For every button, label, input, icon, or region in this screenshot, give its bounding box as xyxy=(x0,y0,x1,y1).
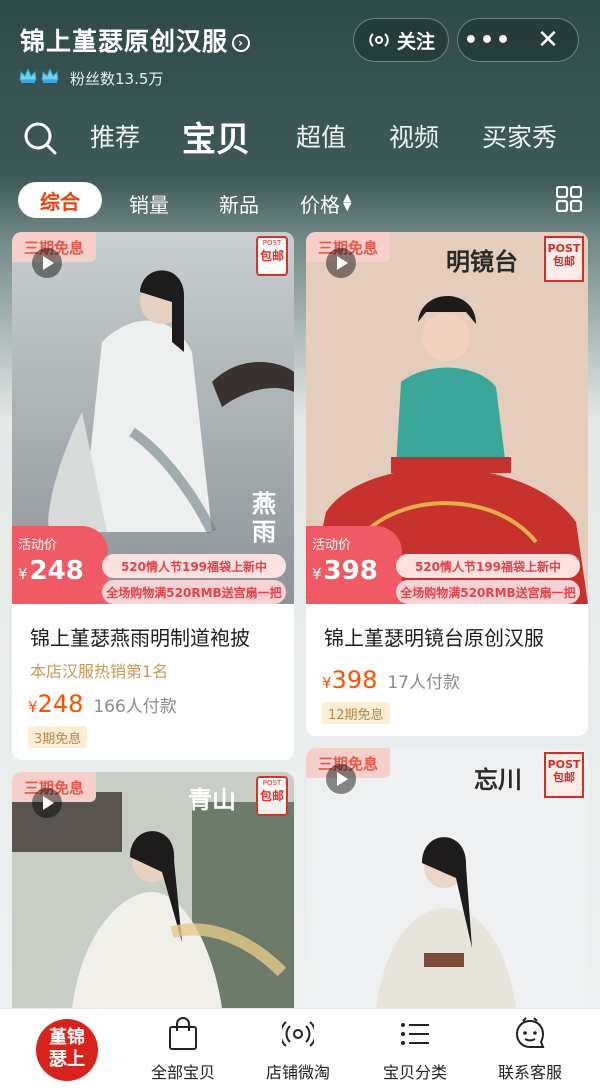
activity-label: 活动价 xyxy=(312,538,352,553)
shipping-label: 包邮 xyxy=(553,255,575,268)
follow-label: 关注 xyxy=(396,30,435,53)
activity-price: ¥398 xyxy=(312,556,378,586)
tab-products[interactable]: 宝贝 xyxy=(182,112,250,161)
currency: ¥ xyxy=(28,698,38,716)
price: 398 xyxy=(331,666,378,694)
brand-seal: POST 包邮 xyxy=(544,236,584,282)
shipping-label: 包邮 xyxy=(259,789,284,803)
sort-bar: 综合 销量 新品 价格 ▲ ▼ xyxy=(0,180,600,222)
search-icon[interactable] xyxy=(22,120,58,156)
sold-count: 166人付款 xyxy=(93,697,177,717)
installment-tag: 3期免息 xyxy=(28,726,88,748)
sold-count: 17人付款 xyxy=(387,673,460,693)
sort-price-label: 价格 xyxy=(300,193,340,217)
promo-band: 活动价 ¥248 520情人节199福袋上新中 全场购物满520RMB送宫扇一把 xyxy=(12,526,294,604)
bag-icon xyxy=(169,1017,197,1050)
promo-line-2: 全场购物满520RMB送宫扇一把 xyxy=(102,580,286,604)
shop-header: 锦上堇瑟原创汉服 › 粉丝数13.5万 关注 ••• ✕ xyxy=(0,0,600,100)
shop-logo[interactable]: 堇锦瑟上 xyxy=(36,1019,98,1081)
more-button[interactable]: ••• xyxy=(458,18,518,62)
play-icon[interactable] xyxy=(326,764,356,794)
shop-name-text: 锦上堇瑟原创汉服 xyxy=(20,27,229,56)
capsule-menu: ••• ✕ xyxy=(457,18,579,62)
play-icon[interactable] xyxy=(32,248,62,278)
nav-customer-service[interactable]: 联系客服 xyxy=(480,1017,580,1083)
chevron-right-icon: › xyxy=(232,34,251,52)
chat-icon xyxy=(515,1017,545,1048)
shop-tabs: 推荐 宝贝 超值 视频 买家秀 xyxy=(0,108,600,164)
nav-label: 店铺微淘 xyxy=(265,1063,330,1082)
promo-band: 活动价 ¥398 520情人节199福袋上新中 全场购物满520RMB送宫扇一把 xyxy=(306,526,588,604)
price-line: ¥398 17人付款 xyxy=(322,666,460,694)
shop-name[interactable]: 锦上堇瑟原创汉服 › xyxy=(20,22,251,58)
vip-level xyxy=(18,66,60,86)
free-shipping-tag: POST 包邮 xyxy=(256,236,288,276)
broadcast-icon xyxy=(369,33,389,47)
product-card[interactable]: 三期免息 忘川 POST 包邮 xyxy=(306,748,588,1008)
tab-recommend[interactable]: 推荐 xyxy=(90,118,140,154)
currency: ¥ xyxy=(322,674,332,692)
product-title[interactable]: 锦上堇瑟明镜台原创汉服 xyxy=(324,622,544,651)
play-icon[interactable] xyxy=(326,248,356,278)
shipping-label: 包邮 xyxy=(259,249,284,263)
price: 248 xyxy=(37,690,84,718)
image-title: 明镜台 xyxy=(446,247,518,276)
sort-arrows-icon: ▲ ▼ xyxy=(343,191,352,213)
fans-count: 粉丝数13.5万 xyxy=(70,70,164,88)
close-button[interactable]: ✕ xyxy=(518,18,578,62)
shipping-label: 包邮 xyxy=(553,771,575,784)
nav-label: 联系客服 xyxy=(497,1063,562,1082)
nav-shop-feed[interactable]: 店铺微淘 xyxy=(248,1017,348,1083)
broadcast-icon xyxy=(282,1021,314,1047)
crown-icon xyxy=(19,67,37,83)
product-title[interactable]: 锦上堇瑟燕雨明制道袍披 xyxy=(30,622,250,651)
brand-seal: POST 包邮 xyxy=(544,752,584,798)
image-title: 忘川 xyxy=(474,765,522,794)
nav-label: 全部宝贝 xyxy=(150,1063,215,1082)
sort-comprehensive[interactable]: 综合 xyxy=(18,182,102,218)
image-title: 青山 xyxy=(188,785,236,814)
free-shipping-tag: POST 包邮 xyxy=(256,776,288,816)
activity-price-box: 活动价 ¥248 xyxy=(12,526,108,604)
tab-videos[interactable]: 视频 xyxy=(389,118,439,154)
promo-line-2: 全场购物满520RMB送宫扇一把 xyxy=(396,580,580,604)
nav-categories[interactable]: 宝贝分类 xyxy=(365,1017,465,1083)
tab-deals[interactable]: 超值 xyxy=(296,118,346,154)
grid-view-icon[interactable] xyxy=(556,186,582,212)
promo-line-1: 520情人节199福袋上新中 xyxy=(102,554,286,578)
post-label: POST xyxy=(547,758,581,771)
product-card[interactable]: 三期免息 POST 包邮 燕雨 活动价 ¥248 520情人节199福袋上新中 全… xyxy=(12,232,294,760)
post-label: POST xyxy=(547,242,581,255)
crown-icon xyxy=(41,67,59,83)
product-card[interactable]: 三期免息 青山 POST 包邮 xyxy=(12,772,294,1008)
installment-tag: 12期免息 xyxy=(322,702,390,724)
list-icon xyxy=(401,1023,429,1045)
product-card[interactable]: 三期免息 明镜台 POST 包邮 活动价 ¥398 520情人节199福袋上新中 … xyxy=(306,232,588,736)
activity-price: ¥248 xyxy=(18,556,84,586)
activity-label: 活动价 xyxy=(18,538,58,553)
follow-button[interactable]: 关注 xyxy=(353,18,449,62)
rank-text: 本店汉服热销第1名 xyxy=(30,662,169,681)
tab-buyer-show[interactable]: 买家秀 xyxy=(482,118,557,154)
post-label: POST xyxy=(262,239,282,247)
price-line: ¥248 166人付款 xyxy=(28,690,177,718)
play-icon[interactable] xyxy=(32,788,62,818)
promo-line-1: 520情人节199福袋上新中 xyxy=(396,554,580,578)
shop-logo-text: 堇锦瑟上 xyxy=(49,1027,85,1070)
nav-label: 宝贝分类 xyxy=(382,1063,447,1082)
activity-price-box: 活动价 ¥398 xyxy=(306,526,402,604)
sort-new[interactable]: 新品 xyxy=(219,189,259,218)
sort-price[interactable]: 价格 ▲ ▼ xyxy=(300,189,351,218)
post-label: POST xyxy=(262,779,282,787)
bottom-nav: 堇锦瑟上 全部宝贝 店铺微淘 宝贝分类 联系客服 xyxy=(0,1008,600,1089)
nav-all-products[interactable]: 全部宝贝 xyxy=(133,1017,233,1083)
sort-sales[interactable]: 销量 xyxy=(129,189,169,218)
